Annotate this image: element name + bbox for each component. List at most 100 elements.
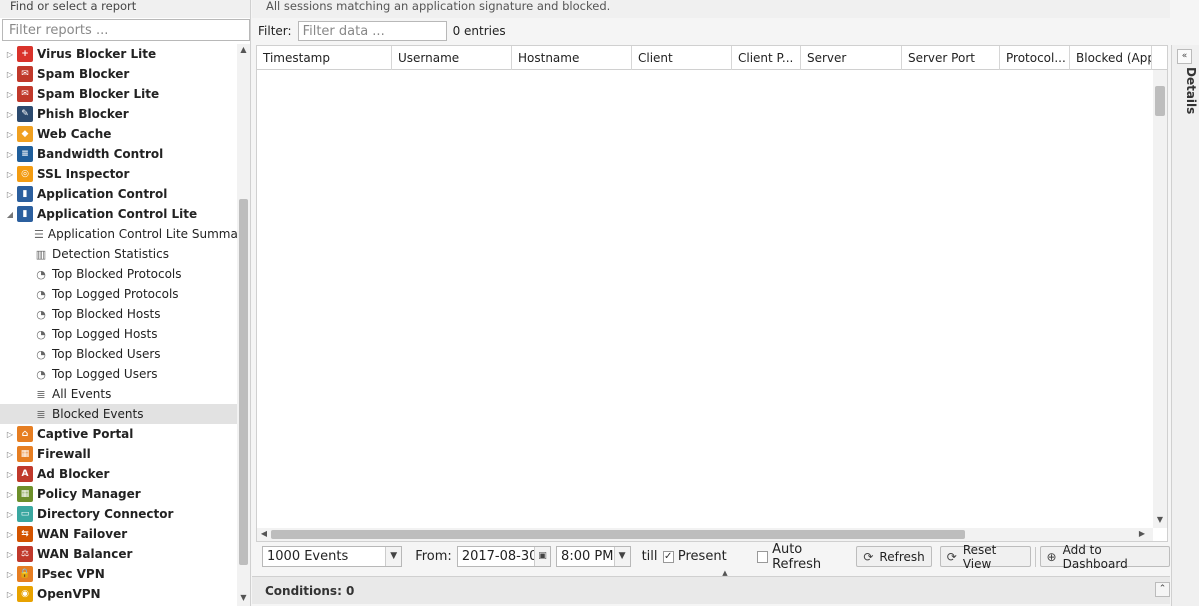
- column-header[interactable]: Server Port: [902, 46, 1000, 70]
- tree-report-item[interactable]: ◔ Top Logged Protocols: [0, 284, 237, 304]
- collapsed-arrow-icon[interactable]: ▷: [6, 510, 14, 519]
- details-panel[interactable]: « Details: [1171, 45, 1199, 606]
- tree-item-bandwidth-control[interactable]: ▷ ≡ Bandwidth Control: [0, 144, 237, 164]
- scroll-down-icon[interactable]: ▼: [1153, 514, 1167, 526]
- add-to-dashboard-button[interactable]: ⊕ Add to Dashboard: [1039, 543, 1170, 571]
- tree-report-item[interactable]: ☰ Application Control Lite Summary: [0, 224, 237, 244]
- collapsed-arrow-icon[interactable]: ▷: [6, 110, 14, 119]
- column-header[interactable]: Protocol...: [1000, 46, 1070, 70]
- tree-report-item[interactable]: ◔ Top Logged Hosts: [0, 324, 237, 344]
- tree-report-label: Top Blocked Protocols: [52, 267, 182, 281]
- chevron-down-icon[interactable]: ▼: [613, 547, 630, 566]
- collapsed-arrow-icon[interactable]: ▷: [6, 50, 14, 59]
- from-date-field[interactable]: 2017-08-30 ▣: [456, 546, 552, 567]
- scroll-down-icon[interactable]: ▼: [237, 592, 250, 604]
- tree-report-label: Application Control Lite Summary: [47, 227, 237, 241]
- tree-scrollbar-thumb[interactable]: [239, 199, 248, 565]
- scroll-left-icon[interactable]: ◀: [259, 528, 269, 540]
- collapsed-arrow-icon[interactable]: ▷: [6, 450, 14, 459]
- wan-failover-icon: ⇆: [17, 526, 33, 542]
- collapsed-arrow-icon[interactable]: ▷: [6, 170, 14, 179]
- tree-item-label: Captive Portal: [37, 427, 134, 441]
- tree-item-virus-blocker[interactable]: ▷ + Virus Blocker Lite: [0, 44, 237, 64]
- tree-item-label: Firewall: [37, 447, 91, 461]
- tree-item-application-control[interactable]: ▷ ▮ Application Control: [0, 184, 237, 204]
- tree-report-label: Top Logged Users: [52, 367, 158, 381]
- tree-item-label: OpenVPN: [37, 587, 101, 601]
- text-report-icon: ☰: [34, 227, 44, 241]
- application-control-icon: ▮: [17, 186, 33, 202]
- tree-item-label: WAN Balancer: [37, 547, 133, 561]
- expanded-arrow-icon[interactable]: ◢: [6, 210, 14, 219]
- calendar-icon[interactable]: ▣: [534, 547, 551, 566]
- tree-item-policy-manager[interactable]: ▷ ▦ Policy Manager: [0, 484, 237, 504]
- refresh-icon: ⟳: [946, 549, 957, 564]
- plus-circle-icon: ⊕: [1046, 549, 1057, 564]
- tree-item-ipsec-vpn[interactable]: ▷ 🔒 IPsec VPN: [0, 564, 237, 584]
- bottom-toolbar: 1000 Events ▼ From: 2017-08-30 ▣ 8:00 PM…: [252, 542, 1170, 572]
- collapsed-arrow-icon[interactable]: ▷: [6, 70, 14, 79]
- collapsed-arrow-icon[interactable]: ▷: [6, 470, 14, 479]
- expand-up-icon[interactable]: ⌃: [1155, 582, 1170, 597]
- directory-connector-icon: ▭: [17, 506, 33, 522]
- column-header[interactable]: Server: [801, 46, 902, 70]
- column-header[interactable]: Timestamp: [257, 46, 392, 70]
- tree-report-item[interactable]: ◔ Top Blocked Users: [0, 344, 237, 364]
- ipsec-vpn-icon: 🔒: [17, 566, 33, 582]
- collapsed-arrow-icon[interactable]: ▷: [6, 490, 14, 499]
- from-time-select[interactable]: 8:00 PM ▼: [556, 546, 631, 567]
- ssl-inspector-icon: ◎: [17, 166, 33, 182]
- column-header[interactable]: Blocked (App...: [1070, 46, 1152, 70]
- tree-report-item[interactable]: ≣ All Events: [0, 384, 237, 404]
- tree-item-captive-portal[interactable]: ▷ ⌂ Captive Portal: [0, 424, 237, 444]
- column-header[interactable]: Hostname: [512, 46, 632, 70]
- tree-report-item[interactable]: ▥ Detection Statistics: [0, 244, 237, 264]
- collapsed-arrow-icon[interactable]: ▷: [6, 550, 14, 559]
- reset-view-button[interactable]: ⟳ Reset View: [939, 543, 1031, 571]
- tree-item-openvpn[interactable]: ▷ ◉ OpenVPN: [0, 584, 237, 604]
- report-search-input[interactable]: [2, 19, 250, 41]
- tree-item-wan-balancer[interactable]: ▷ ⚖ WAN Balancer: [0, 544, 237, 564]
- present-checkbox[interactable]: ✓: [662, 550, 674, 563]
- auto-refresh-checkbox[interactable]: [756, 550, 769, 563]
- collapsed-arrow-icon[interactable]: ▷: [6, 570, 14, 579]
- collapse-left-icon[interactable]: «: [1177, 49, 1192, 64]
- conditions-panel[interactable]: Conditions: 0 ⌃: [252, 576, 1170, 604]
- column-header[interactable]: Username: [392, 46, 512, 70]
- collapsed-arrow-icon[interactable]: ▷: [6, 150, 14, 159]
- refresh-button[interactable]: ⟳ Refresh: [856, 546, 932, 567]
- tree-report-item[interactable]: ◔ Top Blocked Protocols: [0, 264, 237, 284]
- tree-report-item[interactable]: ≣ Blocked Events: [0, 404, 237, 424]
- tree-item-application-control-lite[interactable]: ◢ ▮ Application Control Lite: [0, 204, 237, 224]
- grid-vertical-scrollbar[interactable]: ▼: [1153, 70, 1167, 528]
- tree-item-phish-blocker[interactable]: ▷ ✎ Phish Blocker: [0, 104, 237, 124]
- filter-data-input[interactable]: [297, 21, 447, 41]
- events-limit-select[interactable]: 1000 Events ▼: [262, 546, 403, 567]
- tree-item-firewall[interactable]: ▷ ▦ Firewall: [0, 444, 237, 464]
- grid-horizontal-scrollbar[interactable]: ◀ ▶: [257, 528, 1153, 541]
- tree-item-ad-blocker[interactable]: ▷ A Ad Blocker: [0, 464, 237, 484]
- collapsed-arrow-icon[interactable]: ▷: [6, 190, 14, 199]
- grid-horizontal-scrollbar-thumb[interactable]: [271, 530, 965, 539]
- tree-item-directory-connector[interactable]: ▷ ▭ Directory Connector: [0, 504, 237, 524]
- collapsed-arrow-icon[interactable]: ▷: [6, 130, 14, 139]
- grid-vertical-scrollbar-thumb[interactable]: [1155, 86, 1165, 116]
- collapsed-arrow-icon[interactable]: ▷: [6, 90, 14, 99]
- scroll-right-icon[interactable]: ▶: [1137, 528, 1147, 540]
- tree-item-ssl-inspector[interactable]: ▷ ◎ SSL Inspector: [0, 164, 237, 184]
- reports-panel: Find or select a report ▷+Virus Blocker …: [0, 0, 251, 606]
- tree-item-spam-blocker-lite[interactable]: ▷ ✉ Spam Blocker Lite: [0, 84, 237, 104]
- column-header[interactable]: Client P...: [732, 46, 801, 70]
- collapsed-arrow-icon[interactable]: ▷: [6, 430, 14, 439]
- tree-item-spam-blocker[interactable]: ▷ ✉ Spam Blocker: [0, 64, 237, 84]
- tree-item-web-cache[interactable]: ▷ ◆ Web Cache: [0, 124, 237, 144]
- tree-report-item[interactable]: ◔ Top Logged Users: [0, 364, 237, 384]
- collapsed-arrow-icon[interactable]: ▷: [6, 590, 14, 599]
- chevron-down-icon[interactable]: ▼: [385, 547, 402, 566]
- tree-report-item[interactable]: ◔ Top Blocked Hosts: [0, 304, 237, 324]
- scroll-up-icon[interactable]: ▲: [237, 44, 250, 56]
- collapsed-arrow-icon[interactable]: ▷: [6, 530, 14, 539]
- tree-item-wan-failover[interactable]: ▷ ⇆ WAN Failover: [0, 524, 237, 544]
- tree-scrollbar[interactable]: ▲ ▼: [237, 44, 250, 606]
- column-header[interactable]: Client: [632, 46, 732, 70]
